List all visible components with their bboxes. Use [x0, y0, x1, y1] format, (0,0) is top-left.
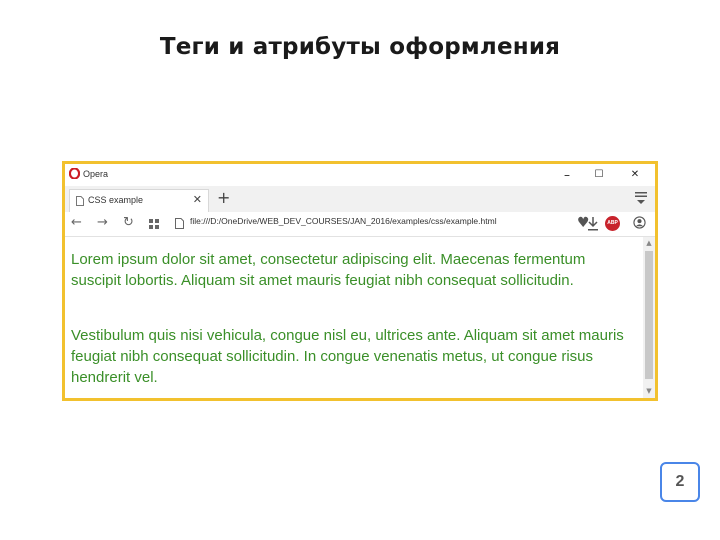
adblock-icon[interactable]: ABP [605, 216, 620, 231]
profile-icon[interactable] [633, 216, 646, 229]
tab-css-example[interactable]: CSS example ✕ [69, 189, 209, 212]
vertical-scrollbar[interactable]: ▲ ▼ [643, 237, 655, 398]
paragraph-2: Vestibulum quis nisi vehicula, congue ni… [71, 327, 624, 386]
scroll-down-icon[interactable]: ▼ [643, 385, 655, 397]
reload-button[interactable]: ↻ [123, 214, 134, 232]
page-content: Lorem ipsum dolor sit amet, consectetur … [65, 237, 643, 398]
scroll-thumb[interactable] [645, 251, 653, 379]
page-icon [175, 218, 184, 229]
download-icon[interactable] [587, 217, 599, 231]
close-window-button[interactable]: ✕ [625, 166, 645, 184]
new-tab-button[interactable]: + [217, 189, 230, 207]
tab-close-button[interactable]: ✕ [193, 193, 202, 206]
browser-titlebar: Opera – ☐ ✕ [65, 164, 655, 186]
browser-screenshot: Opera – ☐ ✕ CSS example ✕ + ← → ↻ file:/… [62, 161, 658, 401]
paragraph-1: Lorem ipsum dolor sit amet, consectetur … [71, 251, 586, 289]
opera-logo-icon [69, 168, 80, 179]
address-bar[interactable]: file:///D:/OneDrive/WEB_DEV_COURSES/JAN_… [190, 216, 497, 226]
back-button[interactable]: ← [71, 214, 82, 232]
page-icon [76, 196, 84, 206]
scroll-up-icon[interactable]: ▲ [643, 237, 655, 249]
tab-menu-icon[interactable] [635, 191, 647, 205]
minimize-button[interactable]: – [557, 166, 577, 184]
tab-bar: CSS example ✕ + [65, 186, 655, 213]
forward-button[interactable]: → [97, 214, 108, 232]
page-number-badge: 2 [660, 462, 700, 502]
browser-toolbar: ← → ↻ file:///D:/OneDrive/WEB_DEV_COURSE… [65, 212, 655, 237]
tab-label: CSS example [88, 195, 144, 205]
maximize-button[interactable]: ☐ [589, 166, 609, 184]
speed-dial-icon[interactable] [149, 219, 159, 229]
app-name: Opera [83, 169, 109, 179]
slide-title: Теги и атрибуты оформления [159, 34, 561, 60]
